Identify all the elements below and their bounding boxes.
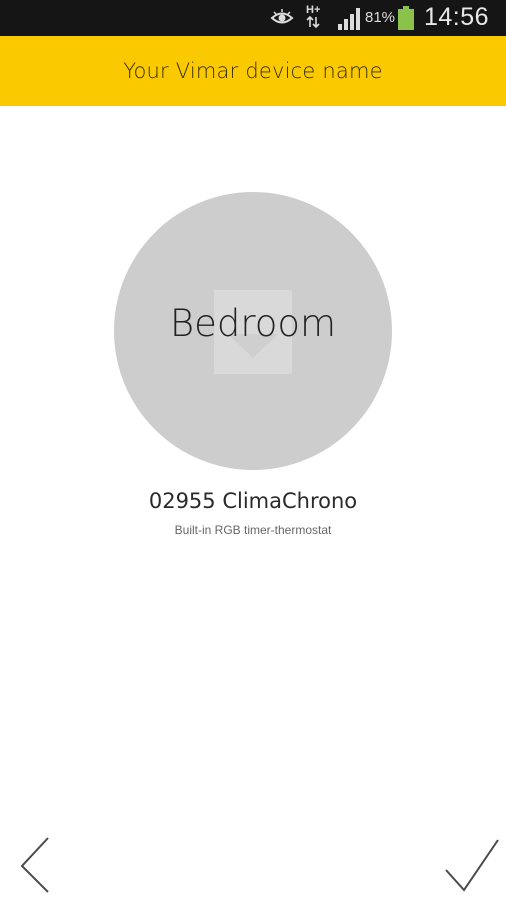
network-icon: H+: [306, 4, 328, 32]
battery-percent: 81%: [365, 9, 396, 26]
header: Your Vimar device name: [0, 36, 506, 106]
chevron-left-icon: [20, 837, 49, 893]
screen: H+ 81% 14:56 Your Vimar device name Bedr…: [0, 0, 506, 900]
device-model: 02955 ClimaChrono: [148, 489, 358, 513]
battery-icon: [398, 6, 414, 30]
device-circle[interactable]: Bedroom: [114, 192, 392, 470]
device-description: Built-in RGB timer-thermostat: [174, 523, 332, 537]
device-name: Bedroom: [169, 302, 337, 345]
confirm-button[interactable]: [440, 834, 502, 896]
signal-icon: [338, 8, 360, 30]
status-clock: 14:56: [424, 3, 490, 31]
status-bar: H+ 81% 14:56: [0, 0, 506, 36]
eye-icon: [270, 9, 294, 24]
page-title: Your Vimar device name: [123, 59, 383, 83]
network-label: H+: [306, 4, 321, 16]
data-arrows-icon: [306, 15, 320, 29]
checkmark-icon: [445, 839, 499, 892]
back-button[interactable]: [14, 832, 58, 896]
